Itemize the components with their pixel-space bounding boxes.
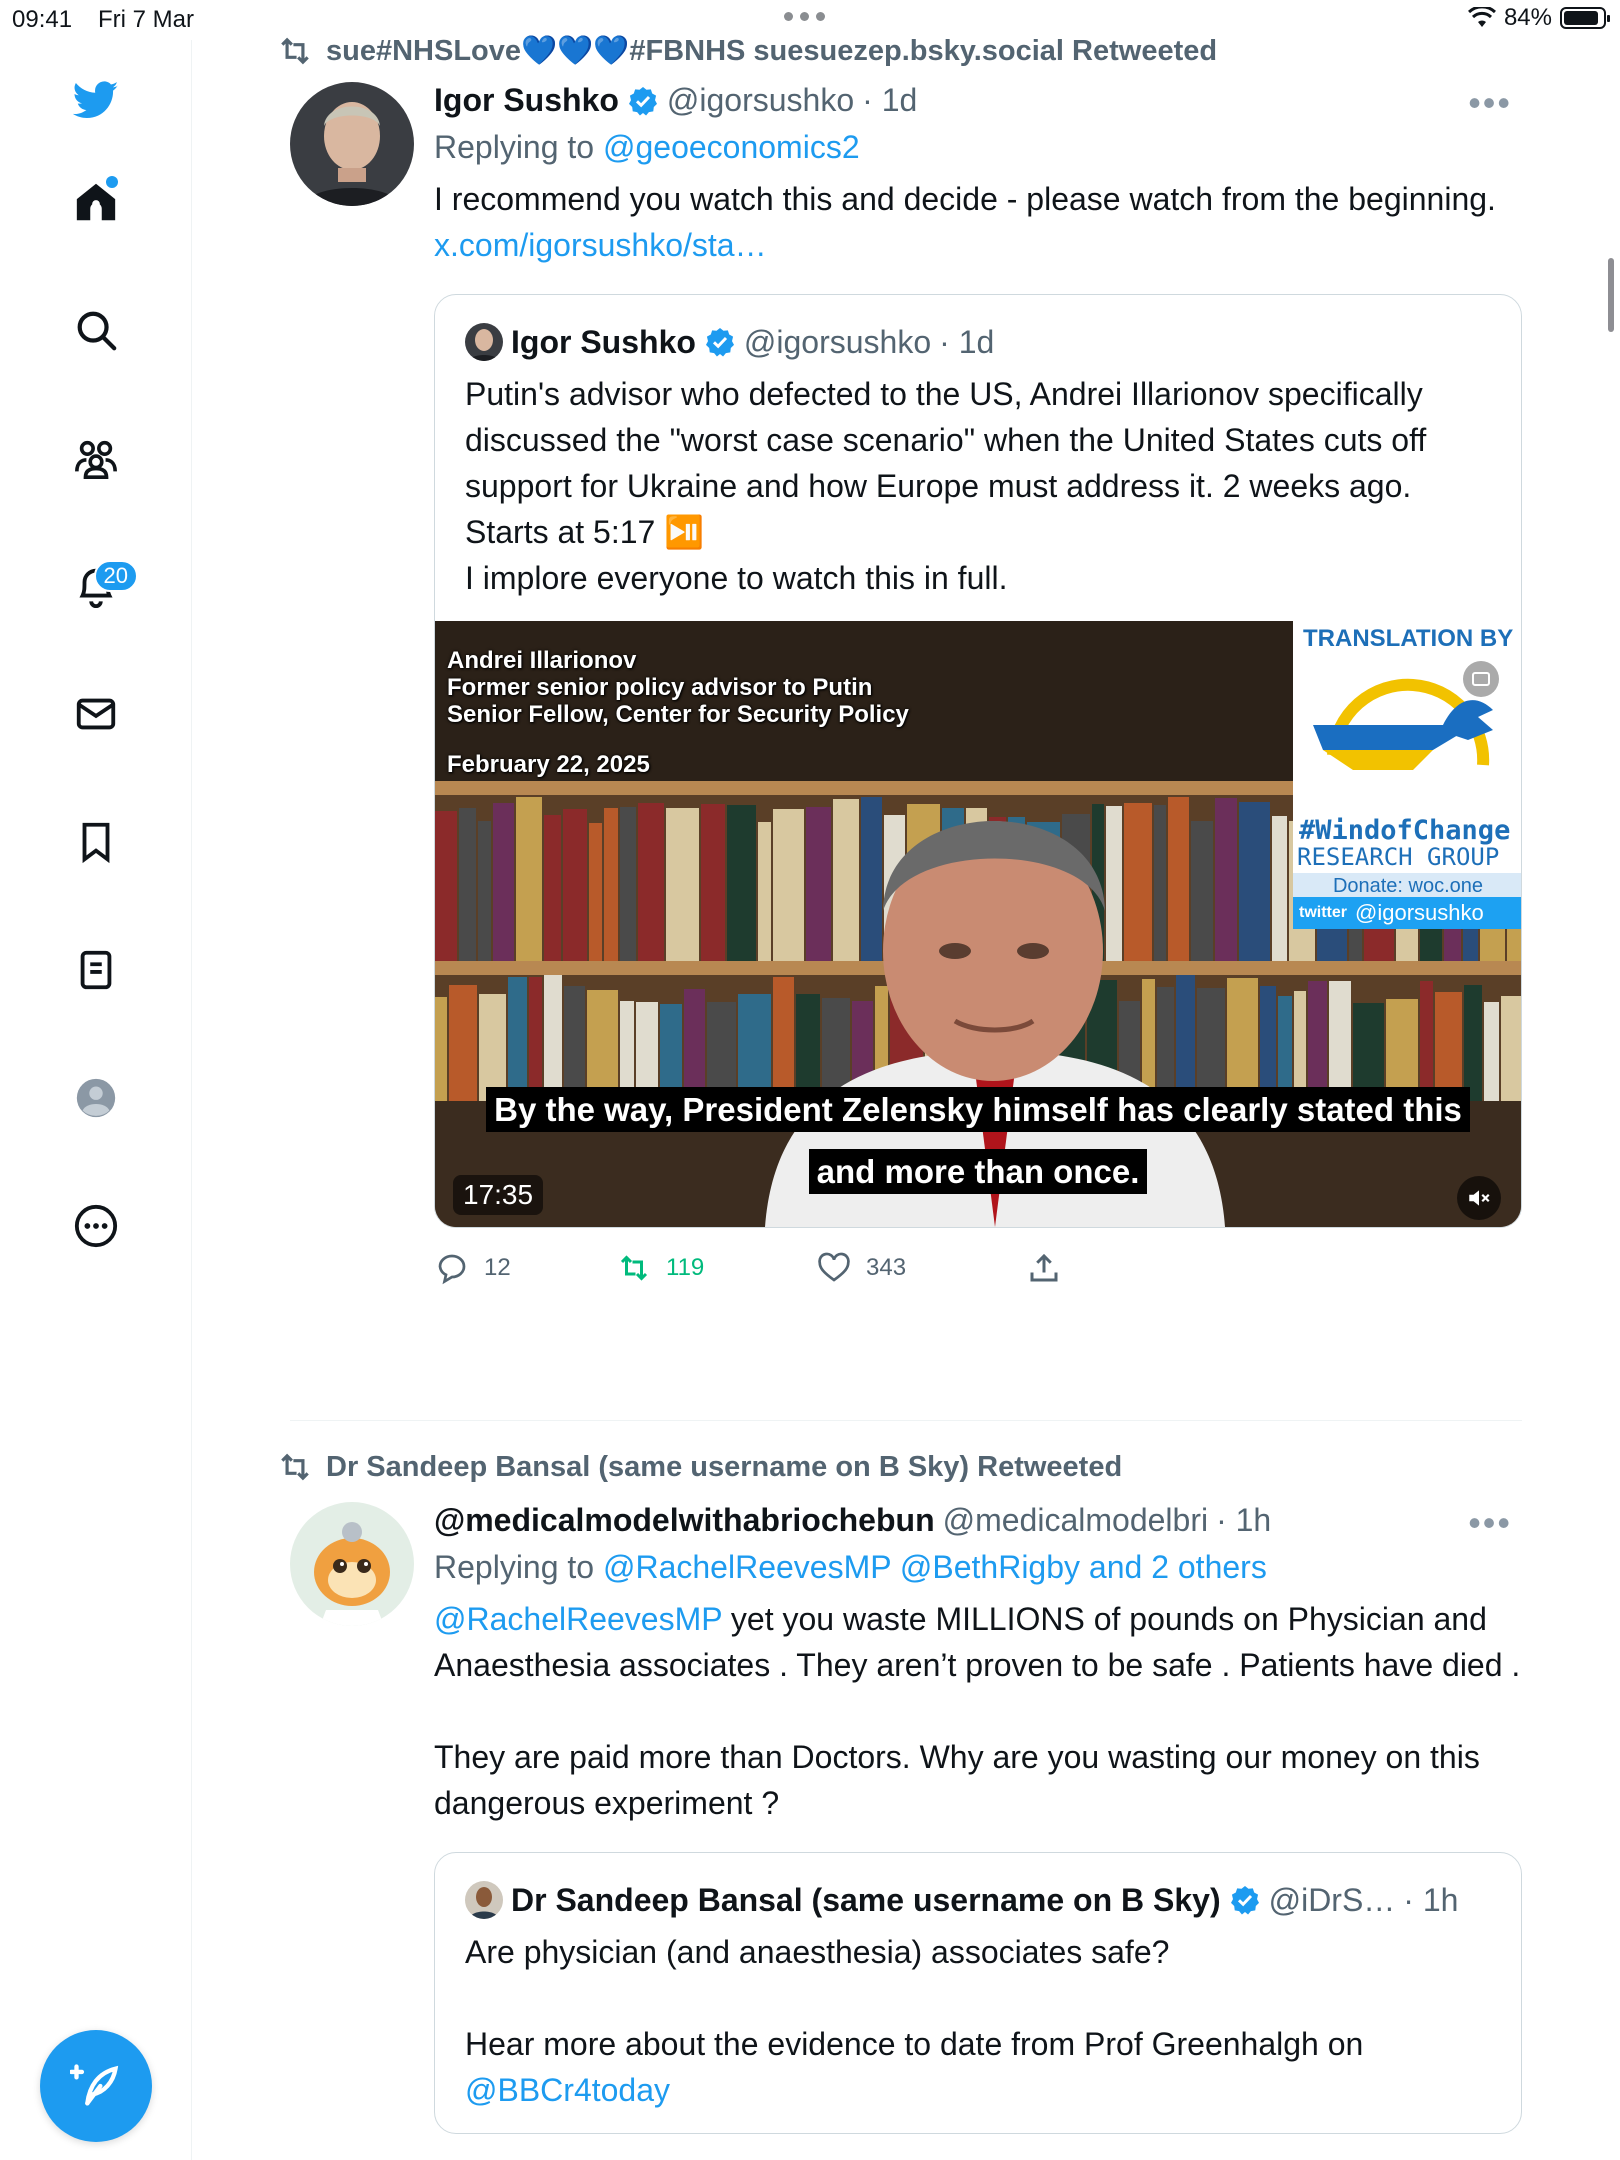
retweet-context-text: Dr Sandeep Bansal (same username on B Sk…: [326, 1450, 1123, 1483]
replying-to-link[interactable]: @geoeconomics2: [603, 129, 860, 165]
home-unread-dot: [106, 176, 118, 188]
tweet-text: @RachelReevesMP yet you waste MILLIONS o…: [434, 1601, 1521, 1821]
quoted-mention-link[interactable]: @BBCr4today: [465, 2072, 670, 2108]
like-count: 343: [866, 1254, 907, 1281]
quoted-author-handle: @igorsushko: [743, 323, 932, 360]
status-time: 09:41: [12, 6, 73, 33]
more-options-icon[interactable]: •••: [1468, 1502, 1512, 1544]
verified-badge-icon: [628, 86, 657, 116]
twitter-logo-icon[interactable]: [56, 60, 136, 140]
replying-prefix: Replying to: [434, 1549, 595, 1585]
lists-icon[interactable]: [56, 930, 136, 1010]
verified-badge-icon: [705, 328, 734, 357]
verified-badge-icon: [1230, 1886, 1259, 1915]
notifications-badge: 20: [93, 560, 138, 592]
quoted-tweet-time: · 1h: [1403, 1881, 1459, 1918]
author-handle[interactable]: @igorsushko: [667, 82, 854, 119]
search-icon[interactable]: [56, 290, 136, 370]
more-options-icon[interactable]: •••: [1468, 82, 1512, 124]
retweet-context-text: sue#NHSLove💙💙💙#FBNHS suesuezep.bsky.soci…: [326, 35, 1218, 67]
quoted-author-handle: @iDrS…: [1268, 1881, 1396, 1918]
quoted-avatar: [465, 1881, 503, 1919]
retweet-count: 119: [666, 1254, 705, 1281]
quoted-tweet-header: Dr Sandeep Bansal (same username on B Sk…: [435, 1853, 1521, 1919]
video-duration: 17:35: [453, 1175, 544, 1215]
notifications-bell-icon[interactable]: 20: [56, 546, 138, 626]
battery-percent: 84%: [1503, 4, 1552, 31]
status-date: Fri 7 Mar: [98, 6, 194, 33]
reply-icon: [438, 1254, 466, 1285]
video-caption-date: February 22, 2025: [447, 751, 650, 778]
profile-avatar-icon[interactable]: [56, 1058, 136, 1138]
retweet-button[interactable]: 119: [616, 1250, 816, 1286]
compose-icon: [70, 2064, 119, 2106]
video-subtitle-line1: By the way, President Zelensky himself h…: [435, 1087, 1521, 1132]
retweet-context[interactable]: Dr Sandeep Bansal (same username on B Sk…: [276, 1448, 1122, 1486]
mention-link[interactable]: @RachelReevesMP: [434, 1601, 722, 1637]
logo-twitter-handle: @igorsushko: [1355, 900, 1484, 925]
quoted-tweet[interactable]: Dr Sandeep Bansal (same username on B Sk…: [434, 1852, 1522, 2134]
communities-icon[interactable]: [56, 418, 136, 498]
bookmark-icon[interactable]: [56, 802, 136, 882]
home-icon[interactable]: [56, 162, 136, 242]
author-name[interactable]: Igor Sushko: [434, 82, 619, 119]
retweet-context[interactable]: sue#NHSLove💙💙💙#FBNHS suesuezep.bsky.soci…: [276, 32, 1217, 70]
share-icon: [1030, 1253, 1058, 1282]
author-handle[interactable]: @medicalmodelbri: [943, 1502, 1208, 1539]
logo-research-group: RESEARCH GROUP: [1297, 843, 1500, 871]
logo-top-text: TRANSLATION BY: [1303, 625, 1514, 652]
logo-twitter-bar: twitter @igorsushko: [1293, 897, 1521, 929]
wifi-icon: [1467, 7, 1496, 27]
unicorn-logo-icon: [1313, 661, 1499, 770]
multitasking-dots-icon[interactable]: [784, 12, 825, 21]
quoted-author-name: Dr Sandeep Bansal (same username on B Sk…: [511, 1881, 1221, 1918]
tweet-time[interactable]: · 1d: [862, 82, 917, 119]
quoted-tweet-text: Are physician (and anaesthesia) associat…: [465, 1934, 1364, 2108]
tweet-link[interactable]: x.com/igorsushko/sta…: [434, 222, 1522, 268]
tweet-header: Igor Sushko @igorsushko · 1d: [434, 82, 1522, 119]
video-player[interactable]: Andrei Illarionov Former senior policy a…: [435, 621, 1521, 1227]
retweet-icon: [620, 1255, 648, 1281]
like-button[interactable]: 343: [816, 1250, 1026, 1286]
retweet-icon: [281, 1453, 309, 1481]
speaker-muted-icon: [1469, 1190, 1490, 1206]
share-button[interactable]: [1026, 1250, 1062, 1286]
quoted-tweet-header: Igor Sushko @igorsushko · 1d: [435, 295, 1521, 361]
replying-to: Replying to @geoeconomics2: [434, 129, 1522, 166]
replying-prefix: Replying to: [434, 129, 595, 165]
tweet-time[interactable]: · 1h: [1216, 1502, 1271, 1539]
quoted-author-name: Igor Sushko: [511, 323, 696, 360]
reply-count: 12: [484, 1254, 511, 1281]
quoted-tweet[interactable]: Igor Sushko @igorsushko · 1d Putin's adv…: [434, 294, 1522, 1228]
tweet-divider: [290, 1420, 1522, 1421]
battery-icon: [1560, 7, 1610, 29]
logo-hashtag: #WindofChange: [1299, 815, 1511, 846]
tweet-text: I recommend you watch this and decide - …: [434, 181, 1496, 217]
reply-button[interactable]: 12: [434, 1250, 634, 1286]
compose-tweet-button[interactable]: [40, 2030, 152, 2142]
retweet-icon: [281, 37, 309, 65]
translation-logo: TRANSLATION BY #WindofChange RESEARCH GR…: [1293, 621, 1521, 929]
replying-to-link[interactable]: @RachelReevesMP @BethRigby and 2 others: [603, 1549, 1267, 1585]
quoted-tweet-time: · 1d: [939, 323, 995, 360]
sidebar: 20: [0, 40, 192, 2160]
logo-twitter-label: twitter: [1299, 904, 1347, 921]
author-name[interactable]: @medicalmodelwithabriochebun: [434, 1502, 935, 1539]
mute-button[interactable]: [1457, 1176, 1501, 1220]
more-options-circle-icon[interactable]: [56, 1186, 136, 1266]
logo-donate: Donate: woc.one: [1293, 873, 1521, 900]
avatar[interactable]: [290, 82, 414, 206]
messages-mail-icon[interactable]: [56, 674, 136, 754]
heart-icon: [818, 1252, 850, 1282]
tweet-header: @medicalmodelwithabriochebun @medicalmod…: [434, 1502, 1522, 1539]
video-caption-title: Andrei Illarionov Former senior policy a…: [447, 647, 909, 728]
quoted-avatar: [465, 323, 503, 361]
video-subtitle-line2: and more than once.: [435, 1149, 1521, 1194]
quoted-tweet-text: Putin's advisor who defected to the US, …: [465, 376, 1427, 596]
tweet-actions: 12 119 343: [434, 1248, 1522, 1288]
replying-to: Replying to @RachelReevesMP @BethRigby a…: [434, 1549, 1522, 1586]
scrollbar[interactable]: [1608, 258, 1614, 332]
avatar[interactable]: [290, 1502, 414, 1626]
